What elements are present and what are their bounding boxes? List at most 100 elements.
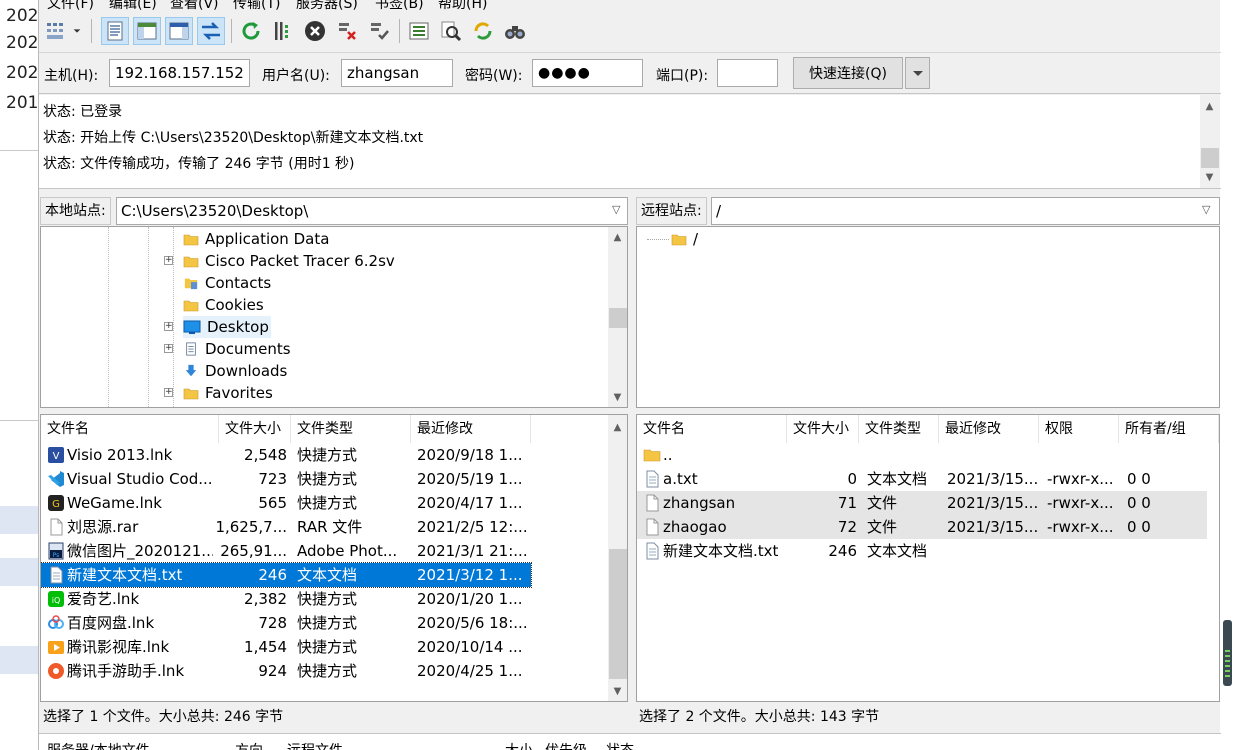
sync-browse-icon[interactable] bbox=[469, 17, 497, 45]
site-manager-icon[interactable] bbox=[43, 17, 71, 45]
scrollbar-thumb[interactable] bbox=[609, 549, 627, 679]
file-row[interactable]: 刘思源.rar 1,625,7... RAR 文件 2021/2/5 12:... bbox=[41, 515, 531, 539]
scrollbar-thumb[interactable] bbox=[609, 308, 627, 328]
local-col-3[interactable]: 最近修改 bbox=[411, 415, 531, 443]
file-modified: 2021/3/15... bbox=[947, 470, 1039, 488]
cancel-icon[interactable] bbox=[301, 17, 329, 45]
file-row[interactable]: 百度网盘.lnk 728 快捷方式 2020/5/6 18:... bbox=[41, 611, 531, 635]
file-row[interactable]: Ps 微信图片_2020121... 265,91... Adobe Phot... 2… bbox=[41, 539, 531, 563]
tree-node-root[interactable]: / bbox=[647, 228, 698, 250]
file-row[interactable]: Visual Studio Cod... 723 快捷方式 2020/5/19 1..… bbox=[41, 467, 531, 491]
chevron-down-icon[interactable] bbox=[69, 17, 85, 45]
file-perm: -rwxr-x... bbox=[1047, 518, 1114, 536]
username-input[interactable]: zhangsan bbox=[341, 59, 453, 87]
tree-node-label: Application Data bbox=[205, 230, 330, 248]
chevron-up-icon[interactable]: ▲ bbox=[1201, 98, 1218, 115]
process-queue-icon[interactable] bbox=[269, 17, 297, 45]
toggle-remote-tree-icon[interactable] bbox=[165, 17, 193, 45]
quickconnect-button[interactable]: 快速连接(Q) bbox=[793, 57, 903, 89]
file-row[interactable]: zhangsan 71 文件 2021/3/15... -rwxr-x... 0 0 bbox=[637, 491, 1207, 515]
queue-col-remote-file[interactable]: 远程文件 bbox=[287, 740, 343, 750]
chevron-down-icon[interactable]: ▽ bbox=[1202, 203, 1210, 216]
binoculars-icon[interactable] bbox=[501, 17, 529, 45]
remote-path-input[interactable]: / bbox=[711, 197, 1220, 225]
filter-icon[interactable] bbox=[405, 17, 433, 45]
chevron-down-icon[interactable]: ▽ bbox=[612, 203, 620, 216]
tree-node-desktop[interactable]: Desktop bbox=[183, 316, 271, 338]
folder-icon bbox=[183, 232, 205, 246]
tree-node-documents[interactable]: Documents bbox=[183, 338, 293, 360]
remote-col-5[interactable]: 所有者/组 bbox=[1119, 415, 1219, 443]
tree-node-downloads[interactable]: Downloads bbox=[183, 360, 289, 382]
local-path-input[interactable]: C:\Users\23520\Desktop\ bbox=[116, 197, 628, 225]
file-row[interactable]: 腾讯影视库.lnk 1,454 快捷方式 2020/10/14 ... bbox=[41, 635, 531, 659]
tree-node-contacts[interactable]: Contacts bbox=[183, 272, 273, 294]
file-row[interactable]: 新建文本文档.txt 246 文本文档 bbox=[637, 539, 1207, 563]
local-file-scrollbar[interactable]: ▲ ▼ bbox=[608, 415, 627, 701]
search-icon[interactable] bbox=[437, 17, 465, 45]
menu-bookmarks[interactable]: 书签(B) bbox=[375, 0, 424, 13]
tree-node-application-data[interactable]: Application Data bbox=[183, 228, 331, 250]
file-row[interactable]: iQ 爱奇艺.lnk 2,382 快捷方式 2020/1/20 1... bbox=[41, 587, 531, 611]
quickconnect-history-dropdown[interactable] bbox=[905, 57, 930, 89]
remote-col-1[interactable]: 文件大小 bbox=[787, 415, 859, 443]
file-perm: -rwxr-x... bbox=[1047, 470, 1114, 488]
file-name: Visual Studio Cod... bbox=[67, 470, 213, 488]
menu-help[interactable]: 帮助(H) bbox=[438, 0, 487, 13]
queue-col-direction[interactable]: 方向 bbox=[235, 740, 263, 750]
host-input[interactable]: 192.168.157.152 bbox=[109, 59, 250, 87]
transfer-queue-icon[interactable] bbox=[197, 17, 225, 45]
local-col-2[interactable]: 文件类型 bbox=[291, 415, 411, 443]
menu-server[interactable]: 服务器(S) bbox=[296, 0, 358, 13]
menu-file[interactable]: 文件(F) bbox=[47, 0, 94, 13]
menu-transfer[interactable]: 传输(T) bbox=[233, 0, 280, 13]
chevron-down-icon[interactable]: ▼ bbox=[609, 683, 626, 700]
tree-node-cisco-packet-tracer-6-2sv[interactable]: Cisco Packet Tracer 6.2sv bbox=[183, 250, 397, 272]
queue-col-priority[interactable]: 优先级 bbox=[545, 740, 587, 750]
local-status: 选择了 1 个文件。大小总共: 246 字节 bbox=[43, 709, 284, 725]
file-row[interactable]: 腾讯手游助手.lnk 924 快捷方式 2020/4/25 1... bbox=[41, 659, 531, 683]
expand-icon[interactable]: + bbox=[164, 344, 173, 353]
tree-node-cookies[interactable]: Cookies bbox=[183, 294, 266, 316]
chevron-down-icon[interactable]: ▼ bbox=[1201, 169, 1218, 186]
scrollbar-thumb[interactable] bbox=[1201, 148, 1219, 168]
file-row[interactable]: G WeGame.lnk 565 快捷方式 2020/4/17 1... bbox=[41, 491, 531, 515]
expand-icon[interactable]: + bbox=[164, 388, 173, 397]
disconnect-icon[interactable] bbox=[333, 17, 361, 45]
file-row[interactable]: 新建文本文档.txt 246 文本文档 2021/3/12 1... bbox=[41, 562, 532, 588]
log-scrollbar[interactable]: ▲ ▼ bbox=[1200, 95, 1220, 188]
remote-directory-tree: / bbox=[636, 226, 1220, 408]
toggle-log-icon[interactable] bbox=[101, 17, 129, 45]
svg-text:Ps: Ps bbox=[53, 552, 60, 559]
refresh-icon[interactable] bbox=[237, 17, 265, 45]
file-modified: 2020/10/14 ... bbox=[417, 638, 523, 656]
expand-icon[interactable]: + bbox=[164, 322, 173, 331]
queue-col-size[interactable]: 大小 bbox=[505, 740, 533, 750]
menu-view[interactable]: 查看(V) bbox=[170, 0, 219, 13]
menu-edit[interactable]: 编辑(E) bbox=[109, 0, 157, 13]
file-type: 文本文档 bbox=[867, 470, 928, 488]
port-input[interactable] bbox=[717, 59, 778, 87]
file-row[interactable]: .. bbox=[637, 443, 1207, 467]
reconnect-icon[interactable] bbox=[365, 17, 393, 45]
remote-col-4[interactable]: 权限 bbox=[1039, 415, 1119, 443]
local-col-1[interactable]: 文件大小 bbox=[219, 415, 291, 443]
file-row[interactable]: V Visio 2013.lnk 2,548 快捷方式 2020/9/18 1... bbox=[41, 443, 531, 467]
file-row[interactable]: zhaogao 72 文件 2021/3/15... -rwxr-x... 0 0 bbox=[637, 515, 1207, 539]
queue-col-status[interactable]: 状态 bbox=[606, 740, 634, 750]
file-size: 72 bbox=[837, 518, 857, 536]
local-tree-scrollbar[interactable]: ▲ ▼ bbox=[608, 227, 627, 407]
local-col-0[interactable]: 文件名 bbox=[41, 415, 219, 443]
expand-icon[interactable]: + bbox=[164, 256, 173, 265]
tree-node-favorites[interactable]: Favorites bbox=[183, 382, 275, 404]
password-input[interactable]: ●●●● bbox=[532, 59, 643, 87]
queue-col-local-file[interactable]: 服务器/本地文件 bbox=[47, 740, 150, 750]
file-row[interactable]: a.txt 0 文本文档 2021/3/15... -rwxr-x... 0 0 bbox=[637, 467, 1207, 491]
file-perm bbox=[1047, 539, 1129, 563]
chevron-up-icon[interactable]: ▲ bbox=[609, 229, 626, 246]
chevron-up-icon[interactable]: ▲ bbox=[609, 419, 626, 436]
toggle-local-tree-icon[interactable] bbox=[133, 17, 161, 45]
remote-col-3[interactable]: 最近修改 bbox=[939, 415, 1039, 443]
chevron-down-icon[interactable]: ▼ bbox=[609, 389, 626, 406]
remote-col-2[interactable]: 文件类型 bbox=[859, 415, 939, 443]
